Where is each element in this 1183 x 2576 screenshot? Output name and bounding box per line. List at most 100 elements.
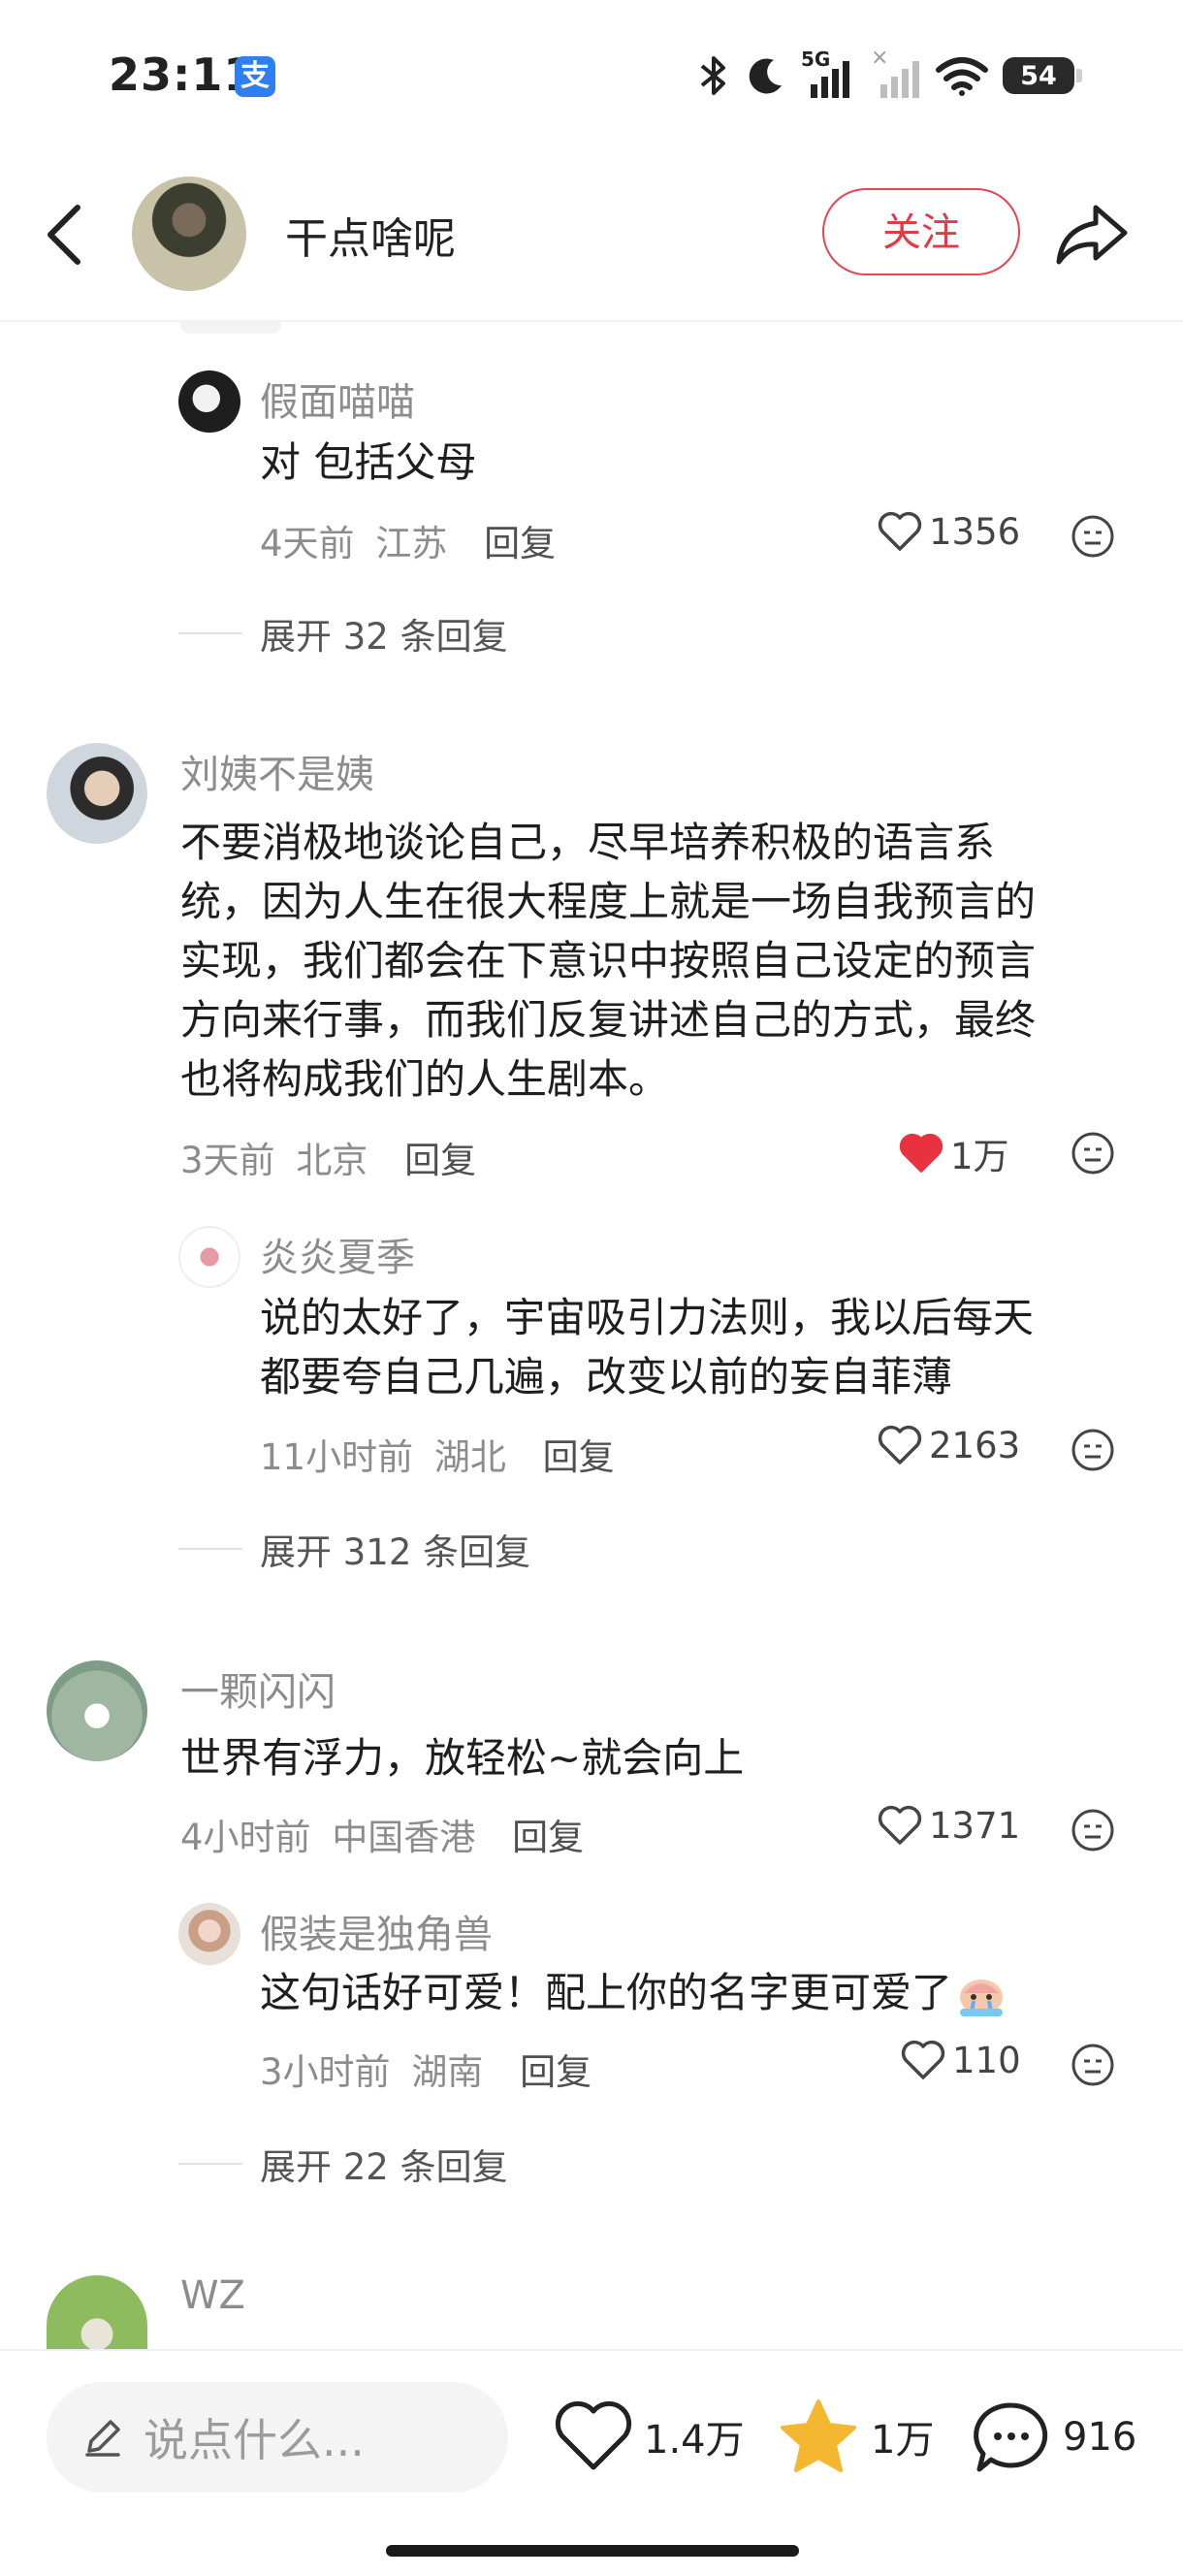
heart-icon xyxy=(878,1425,922,1465)
like-count: 1万 xyxy=(950,1136,1009,1177)
status-time: 23:11 xyxy=(109,48,256,101)
comment-input[interactable]: 说点什么... xyxy=(47,2382,508,2493)
emoji-react-button[interactable] xyxy=(1071,1808,1115,1856)
expand-replies-label: 展开 22 条回复 xyxy=(260,2146,508,2188)
reply-username[interactable]: 假面喵喵 xyxy=(260,370,415,427)
star-icon xyxy=(781,2399,856,2472)
signal-5g: 5G xyxy=(801,48,857,98)
like-count: 1371 xyxy=(929,1804,1021,1847)
expand-replies-button[interactable]: 展开 22 条回复 xyxy=(178,2138,508,2190)
reply-text[interactable]: 这句话好可爱！配上你的名字更可爱了 xyxy=(260,1963,1008,2022)
post-comment-button[interactable]: 916 xyxy=(970,2398,1136,2477)
emoji-icon xyxy=(1071,515,1114,558)
emoji-icon xyxy=(1071,1132,1114,1175)
reply-location: 江苏 xyxy=(375,523,448,564)
home-indicator[interactable] xyxy=(386,2545,799,2557)
commenter-avatar[interactable] xyxy=(47,2275,147,2349)
reply-button[interactable]: 回复 xyxy=(484,523,556,564)
like-button-liked[interactable]: 1万 xyxy=(898,1127,1009,1179)
reply-time: 4天前 xyxy=(260,523,355,564)
network-type-label: 5G xyxy=(801,48,831,71)
post-comment-count: 916 xyxy=(1063,2415,1137,2460)
reply-avatar[interactable] xyxy=(178,1226,240,1288)
heart-filled-icon xyxy=(899,1133,943,1173)
reply-avatar[interactable] xyxy=(178,370,240,433)
commenter-username[interactable]: WZ xyxy=(180,2273,245,2318)
author-name[interactable]: 干点啥呢 xyxy=(285,204,456,266)
commenter-avatar[interactable] xyxy=(47,1660,147,1761)
heart-icon xyxy=(878,511,922,551)
comment-meta: 3天前 北京 回复 xyxy=(180,1131,476,1183)
signal-sim2-icon: × xyxy=(871,46,921,98)
reply-location: 湖南 xyxy=(411,2051,484,2093)
emoji-react-button[interactable] xyxy=(1071,1131,1115,1179)
reply-text[interactable]: 说的太好了，宇宙吸引力法则，我以后每天 都要夸自己几遍，改变以前的妄自菲薄 xyxy=(260,1288,1133,1406)
alipay-notification-icon: 支 xyxy=(235,56,275,97)
emoji-icon xyxy=(1071,1809,1114,1852)
post-favorite-count: 1万 xyxy=(871,2418,935,2463)
like-button[interactable]: 110 xyxy=(900,2039,1021,2081)
emoji-react-button[interactable] xyxy=(1071,514,1115,563)
share-button[interactable] xyxy=(1053,202,1131,268)
post-like-count: 1.4万 xyxy=(644,2418,745,2463)
reply-username[interactable]: 假装是独角兽 xyxy=(260,1903,493,1959)
comment-bubble-icon xyxy=(974,2402,1048,2472)
reply-button[interactable]: 回复 xyxy=(543,1436,615,1478)
header-divider xyxy=(0,320,1183,322)
reply-meta: 11小时前 湖北 回复 xyxy=(260,1428,615,1480)
like-button[interactable]: 1356 xyxy=(877,510,1020,553)
reply-username[interactable]: 炎炎夏季 xyxy=(260,1226,415,1282)
crying-emoji-icon xyxy=(960,1979,1004,2016)
like-count: 110 xyxy=(952,2039,1021,2081)
expand-replies-label: 展开 32 条回复 xyxy=(260,616,508,658)
emoji-icon xyxy=(1071,1429,1114,1471)
like-count: 2163 xyxy=(929,1424,1021,1466)
reply-button[interactable]: 回复 xyxy=(512,1817,584,1858)
post-like-button[interactable]: 1.4万 xyxy=(553,2398,745,2475)
reply-avatar[interactable] xyxy=(178,1903,240,1965)
reply-meta: 3小时前 湖南 回复 xyxy=(260,2043,592,2095)
comment-input-placeholder: 说点什么... xyxy=(144,2414,365,2466)
comment-location: 中国香港 xyxy=(332,1817,476,1858)
like-button[interactable]: 1371 xyxy=(877,1804,1020,1847)
emoji-react-button[interactable] xyxy=(1071,1428,1115,1476)
emoji-react-button[interactable] xyxy=(1071,2043,1115,2091)
heart-icon xyxy=(878,1805,922,1845)
reply-time: 3小时前 xyxy=(260,2051,391,2093)
reply-text[interactable]: 对 包括父母 xyxy=(260,433,476,492)
expand-replies-label: 展开 312 条回复 xyxy=(260,1531,531,1573)
commenter-avatar[interactable] xyxy=(47,743,147,844)
comment-text[interactable]: 世界有浮力，放轻松~就会向上 xyxy=(180,1728,744,1787)
commenter-username[interactable]: 一颗闪闪 xyxy=(180,1660,336,1717)
share-icon xyxy=(1056,205,1128,265)
expand-replies-button[interactable]: 展开 32 条回复 xyxy=(178,607,508,660)
heart-icon xyxy=(555,2400,632,2470)
bottom-divider xyxy=(0,2349,1183,2351)
post-favorite-button[interactable]: 1万 xyxy=(776,2396,934,2477)
comment-text[interactable]: 不要消极地谈论自己，尽早培养积极的语言系 统，因为人生在很大程度上就是一场自我预… xyxy=(180,813,1140,1109)
comment-location: 北京 xyxy=(296,1140,368,1181)
comment-meta: 4小时前 中国香港 回复 xyxy=(180,1808,584,1860)
back-button[interactable] xyxy=(37,198,95,272)
reply-time: 11小时前 xyxy=(260,1436,414,1478)
emoji-icon xyxy=(1071,2044,1114,2086)
reply-button[interactable]: 回复 xyxy=(520,2051,592,2093)
like-count: 1356 xyxy=(929,510,1021,553)
scroll-hint xyxy=(180,320,281,334)
battery-indicator: 54 xyxy=(1003,57,1082,94)
wifi-icon xyxy=(936,57,988,96)
reply-location: 湖北 xyxy=(433,1436,506,1478)
follow-button[interactable]: 关注 xyxy=(822,188,1020,275)
pen-icon xyxy=(85,2420,120,2457)
reply-button[interactable]: 回复 xyxy=(404,1140,476,1181)
expand-replies-button[interactable]: 展开 312 条回复 xyxy=(178,1523,530,1575)
comment-time: 3天前 xyxy=(180,1140,275,1181)
commenter-username[interactable]: 刘姨不是姨 xyxy=(180,743,374,799)
heart-icon xyxy=(901,2040,945,2079)
author-avatar[interactable] xyxy=(132,177,246,291)
back-arrow-icon xyxy=(48,205,80,265)
reply-meta: 4天前 江苏 回复 xyxy=(260,514,556,566)
status-icons: 5G × 54 xyxy=(696,46,1082,105)
comment-time: 4小时前 xyxy=(180,1817,311,1858)
like-button[interactable]: 2163 xyxy=(877,1424,1020,1466)
